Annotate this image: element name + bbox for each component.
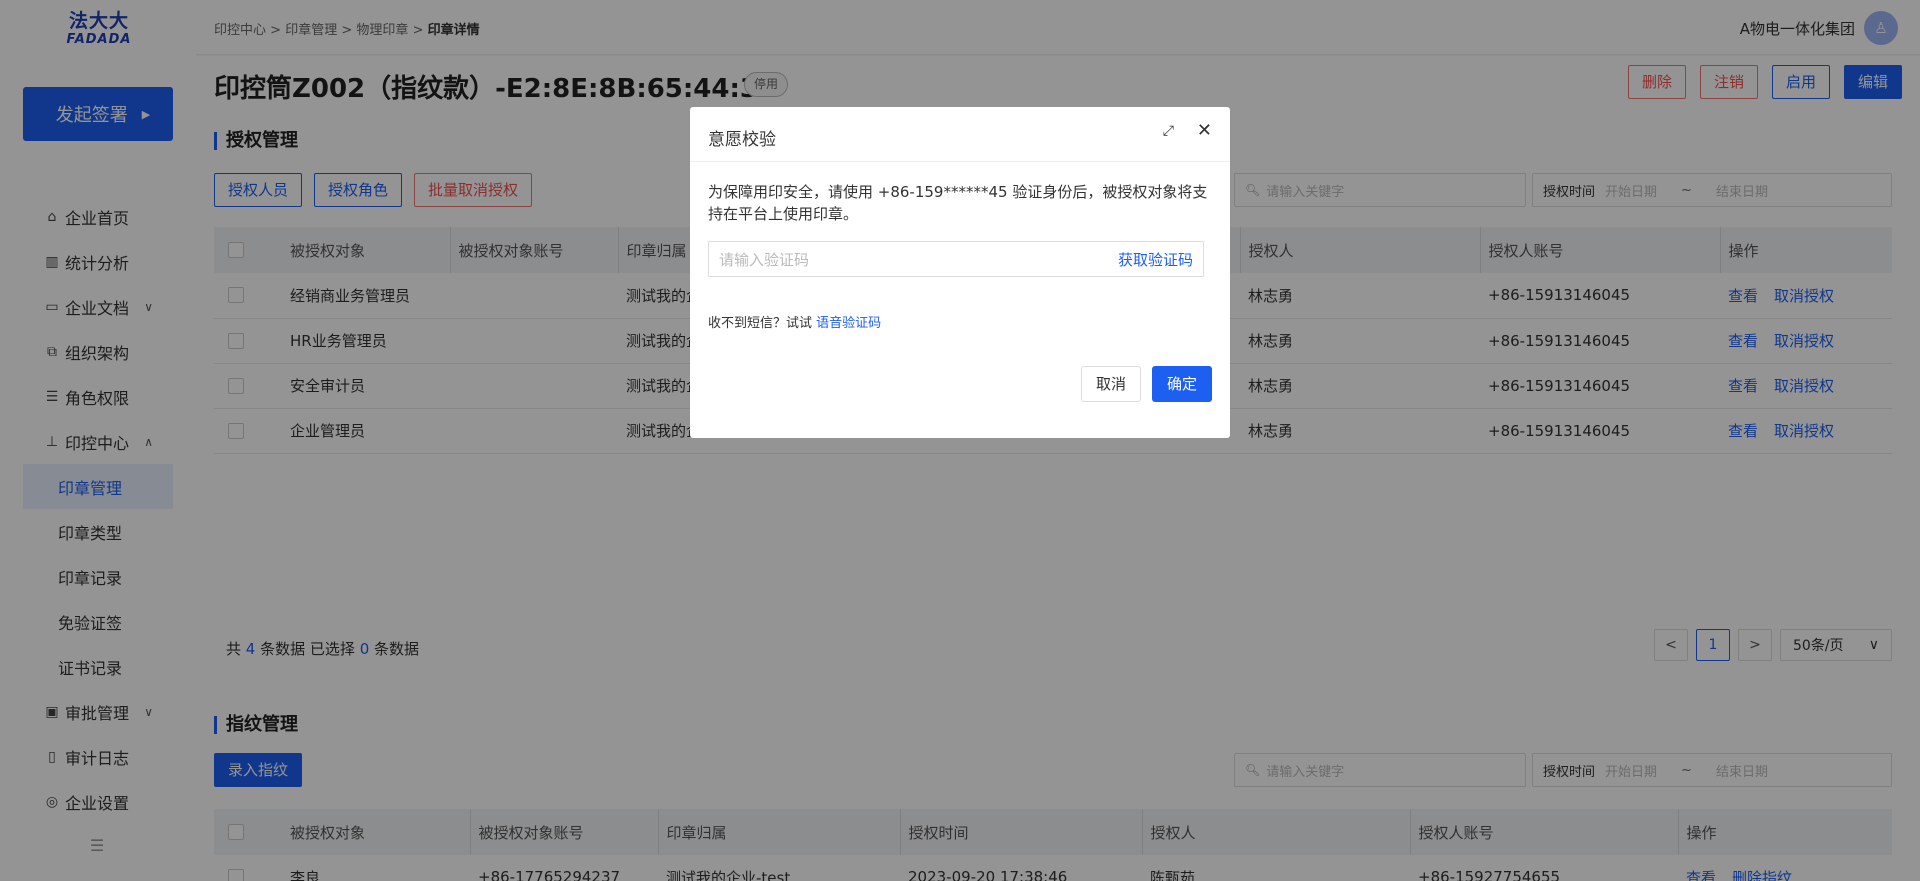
close-icon[interactable]: ✕ <box>1197 120 1212 141</box>
dialog-header: 意愿校验 ⤢ ✕ <box>690 107 1230 162</box>
voice-code-link[interactable]: 语音验证码 <box>816 316 881 331</box>
dialog-footer: 取消 确定 <box>1080 366 1212 402</box>
fullscreen-icon[interactable]: ⤢ <box>1163 123 1174 139</box>
get-code-button[interactable]: 获取验证码 <box>1118 249 1193 270</box>
voice-tip-text: 收不到短信？试试 <box>708 316 813 331</box>
dialog-title: 意愿校验 <box>708 130 776 150</box>
voice-code-tip: 收不到短信？试试 语音验证码 <box>708 312 881 331</box>
verification-dialog: 意愿校验 ⤢ ✕ 为保障用印安全，请使用 +86-159******45 验证身… <box>690 107 1230 438</box>
cancel-button[interactable]: 取消 <box>1080 366 1141 402</box>
verification-code-input[interactable]: 请输入验证码 获取验证码 <box>708 241 1204 277</box>
code-placeholder: 请输入验证码 <box>719 250 810 269</box>
dialog-message: 为保障用印安全，请使用 +86-159******45 验证身份后，被授权对象将… <box>708 183 1208 223</box>
confirm-button[interactable]: 确定 <box>1151 366 1212 402</box>
